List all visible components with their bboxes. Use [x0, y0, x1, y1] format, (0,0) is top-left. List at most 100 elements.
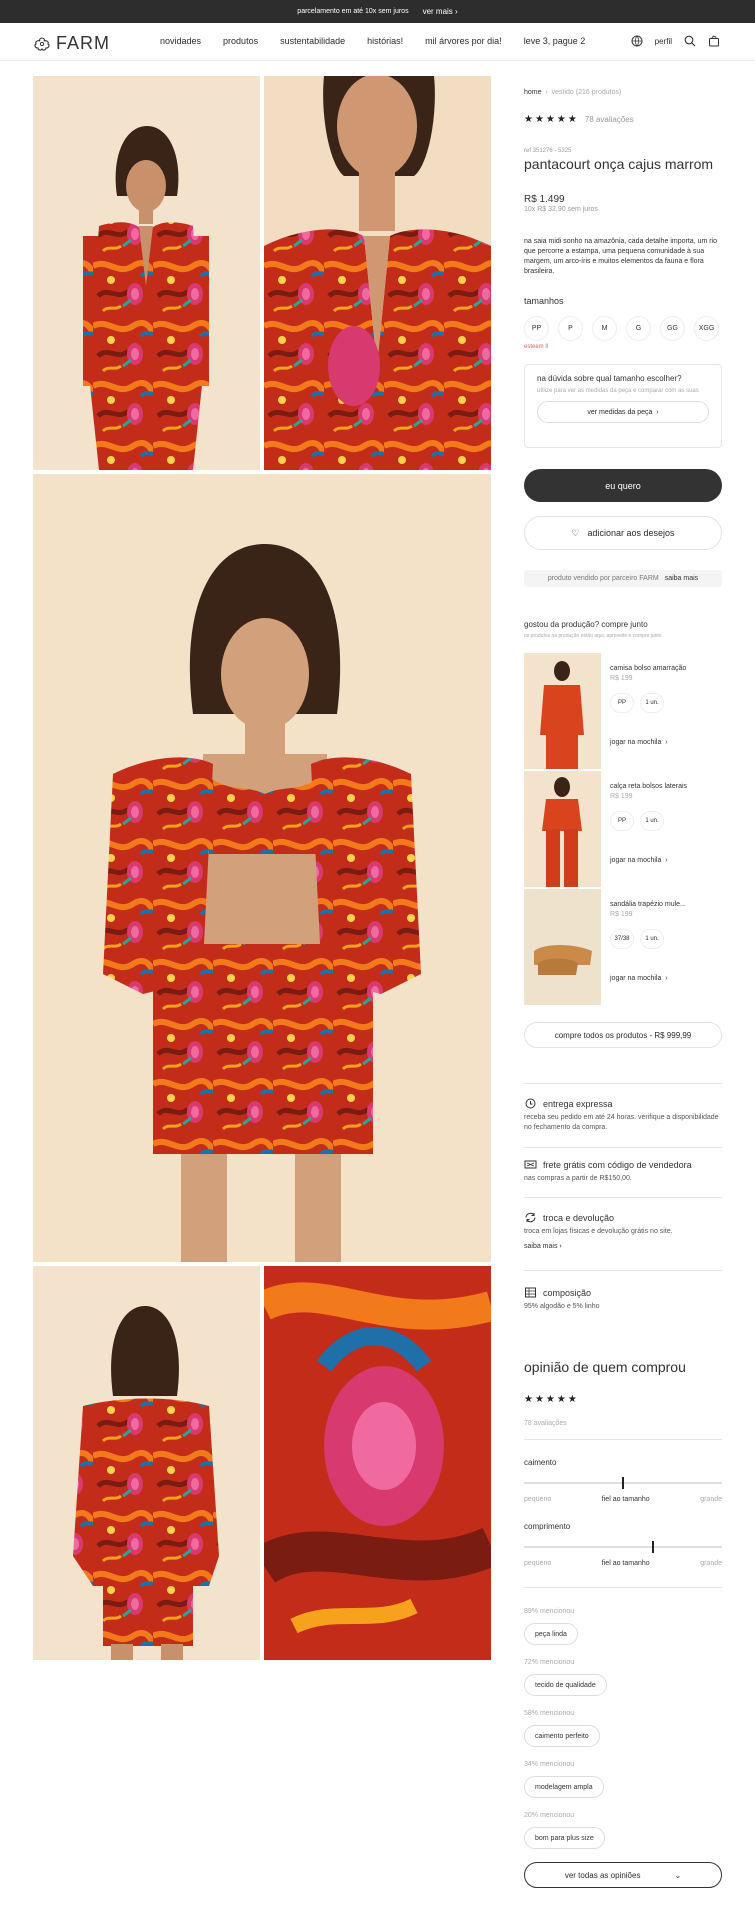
product-installments: 10x R$ 32,90 sem juros	[524, 206, 598, 213]
composition-info: composição 95% algodão e 5% linho	[524, 1287, 600, 1310]
size-help-box: na dúvida sobre qual tamanho escolher? u…	[524, 364, 722, 448]
tag-percent: 89% mencionou	[524, 1608, 575, 1615]
fabric-icon	[525, 1287, 536, 1298]
ticket-icon	[524, 1160, 537, 1169]
look-item-name: sandália trapézio mule...	[610, 901, 686, 908]
look-item: camisa bolso amarração R$ 199 PP 1 un. jo…	[524, 653, 722, 769]
announcement-link[interactable]: ver mais ›	[423, 7, 458, 16]
all-reviews-button[interactable]: ver todas as opiniões ⌄	[524, 1862, 722, 1888]
look-item-image[interactable]	[524, 771, 601, 887]
look-item-qty[interactable]: 1 un.	[640, 693, 664, 713]
divider	[524, 1147, 722, 1148]
divider	[524, 1083, 722, 1084]
product-description: na saia midi sonho na amazônia, cada det…	[524, 238, 717, 275]
look-item-size[interactable]: 37/38	[610, 929, 634, 949]
tag-percent: 58% mencionou	[524, 1710, 575, 1717]
partner-notice: produto vendido por parceiro FARM saiba …	[524, 570, 722, 587]
size-help-sub: utilize para ver as medidas da peça e co…	[537, 388, 699, 394]
nav-item-mil-arvores[interactable]: mil árvores por dia!	[425, 36, 502, 46]
look-item-name: calça reta bolsos laterais	[610, 783, 688, 790]
size-option-xgg[interactable]: XGG	[694, 316, 719, 341]
profile-link[interactable]: perfil	[655, 37, 672, 46]
returns-info: troca e devolução troca em lojas físicas…	[524, 1212, 722, 1251]
review-tag[interactable]: peça linda	[524, 1623, 578, 1645]
look-item-size[interactable]: PP	[610, 811, 634, 831]
reviews-title: opinião de quem comprou	[524, 1359, 686, 1375]
sizes-hint: esteem ll	[524, 344, 549, 350]
size-guide-button[interactable]: ver medidas da peça ›	[537, 401, 709, 423]
look-item-size[interactable]: PP	[610, 693, 634, 713]
product-photo-2[interactable]	[264, 76, 491, 470]
partner-more-link[interactable]: saiba mais	[665, 575, 698, 582]
express-delivery-info: entrega expressa receba seu pedido em at…	[524, 1098, 719, 1131]
flower-logo-icon	[34, 36, 50, 51]
product-photo-3[interactable]	[33, 474, 491, 1262]
size-option-pp[interactable]: PP	[524, 316, 549, 341]
nav-item-produtos[interactable]: produtos	[223, 36, 258, 46]
announcement-bar: parcelamento em até 10x sem juros ver ma…	[0, 0, 755, 23]
complete-look-title: gostou da produção? compre junto	[524, 620, 648, 629]
divider	[524, 1439, 722, 1440]
review-tag[interactable]: caimento perfeito	[524, 1725, 600, 1747]
buy-button[interactable]: eu quero	[524, 469, 722, 502]
complete-look-subtitle: os produtos na produção estão aqui, apro…	[524, 633, 662, 639]
refresh-icon	[525, 1212, 536, 1223]
breadcrumb-current[interactable]: vestido (216 produtos)	[552, 89, 622, 96]
look-item-image[interactable]	[524, 889, 601, 1005]
rating-stars: ★★★★★	[524, 114, 579, 125]
product-price: R$ 1.499	[524, 194, 565, 205]
add-to-bag-link[interactable]: jogar na mochila ›	[610, 857, 668, 864]
look-item: sandália trapézio mule... R$ 199 37/38 1 …	[524, 889, 722, 1005]
fit-meter	[524, 1477, 722, 1489]
review-tag[interactable]: tecido de qualidade	[524, 1674, 607, 1696]
look-item-qty[interactable]: 1 un.	[640, 929, 664, 949]
look-item-price: R$ 199	[610, 675, 633, 682]
tag-percent: 20% mencionou	[524, 1812, 575, 1819]
product-rating[interactable]: ★★★★★ 78 avaliações	[524, 114, 722, 125]
fit-marker	[622, 1477, 624, 1489]
divider	[524, 1587, 722, 1588]
add-to-bag-link[interactable]: jogar na mochila ›	[610, 975, 668, 982]
size-option-p[interactable]: P	[558, 316, 583, 341]
product-photo-5[interactable]	[264, 1266, 491, 1660]
product-photo-1[interactable]	[33, 76, 260, 470]
breadcrumb: home › vestido (216 produtos)	[524, 89, 722, 96]
review-tag[interactable]: modelagem ampla	[524, 1776, 604, 1798]
size-selector: PP P M G GG XGG	[524, 316, 722, 341]
look-item-qty[interactable]: 1 un.	[640, 811, 664, 831]
clock-icon	[525, 1098, 536, 1109]
rating-count: 78 avaliações	[584, 115, 634, 124]
nav-item-novidades[interactable]: novidades	[160, 36, 201, 46]
tag-percent: 72% mencionou	[524, 1659, 575, 1666]
size-option-gg[interactable]: GG	[660, 316, 685, 341]
tag-percent: 34% mencionou	[524, 1761, 575, 1768]
wishlist-button[interactable]: ♡ adicionar aos desejos	[524, 516, 722, 550]
returns-more-link[interactable]: saiba mais ›	[524, 1243, 722, 1250]
search-icon[interactable]	[684, 35, 696, 47]
divider	[524, 1197, 722, 1198]
reviews-count: 78 avaliações	[524, 1420, 567, 1427]
add-to-bag-link[interactable]: jogar na mochila ›	[610, 739, 668, 746]
look-item: calça reta bolsos laterais R$ 199 PP 1 un…	[524, 771, 722, 887]
sizes-label: tamanhos	[524, 296, 564, 306]
size-help-question: na dúvida sobre qual tamanho escolher?	[537, 374, 682, 383]
size-option-g[interactable]: G	[626, 316, 651, 341]
nav-item-leve3[interactable]: leve 3, pague 2	[524, 36, 586, 46]
divider	[524, 1270, 722, 1271]
size-option-m[interactable]: M	[592, 316, 617, 341]
product-title: pantacourt onça cajus marrom	[524, 156, 714, 172]
review-tag[interactable]: bom para plus size	[524, 1827, 605, 1849]
breadcrumb-home[interactable]: home	[524, 89, 542, 96]
product-photo-4[interactable]	[33, 1266, 260, 1660]
product-ref: ref 351276 - 5325	[524, 148, 572, 154]
heart-icon: ♡	[571, 527, 580, 538]
nav-item-sustentabilidade[interactable]: sustentabilidade	[280, 36, 345, 46]
logo[interactable]: FARM	[33, 33, 110, 54]
nav-item-historias[interactable]: histórias!	[367, 36, 403, 46]
length-scale: pequeno fiel ao tamanho grande	[524, 1560, 722, 1567]
look-item-price: R$ 199	[610, 911, 633, 918]
look-item-image[interactable]	[524, 653, 601, 769]
globe-icon[interactable]	[631, 35, 643, 47]
bag-icon[interactable]	[708, 35, 720, 47]
buy-all-button[interactable]: compre todos os produtos - R$ 999,99	[524, 1022, 722, 1048]
